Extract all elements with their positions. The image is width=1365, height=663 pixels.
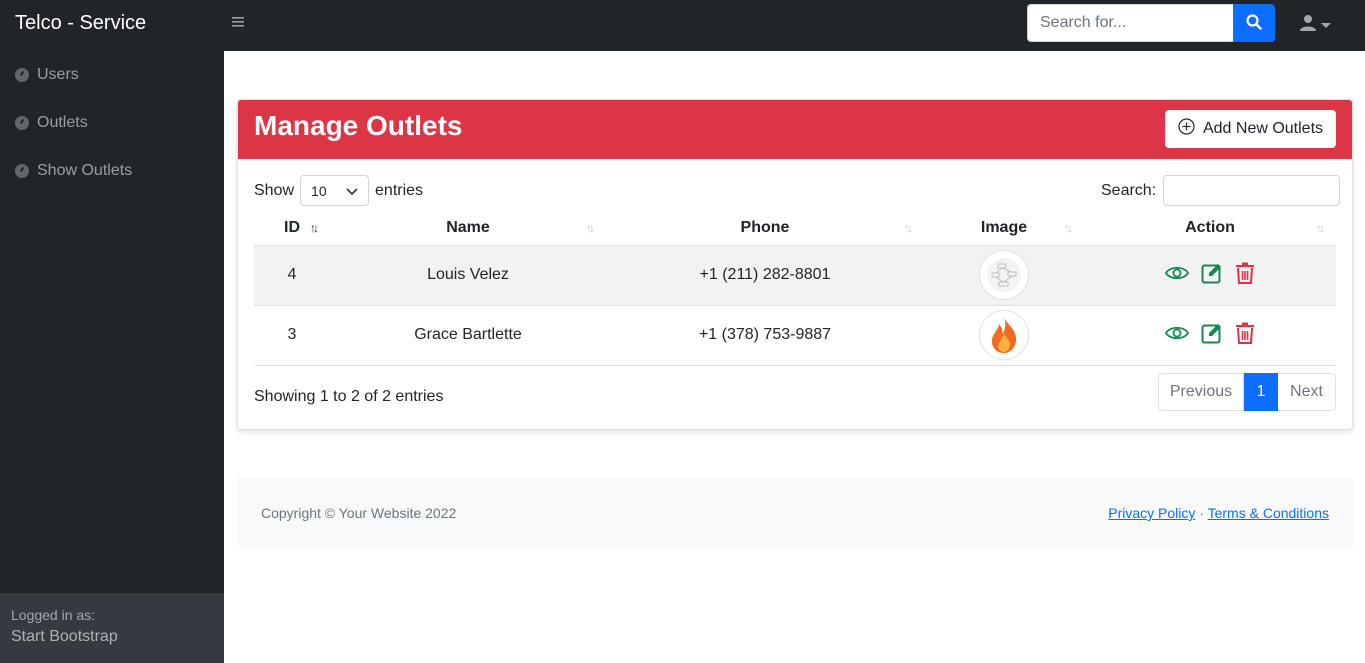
page-footer: Copyright © Your Website 2022 Privacy Po… [237, 478, 1353, 547]
sidebar-item-outlets[interactable]: Outlets [15, 111, 88, 135]
logged-in-user: Start Bootstrap [11, 628, 118, 645]
sort-icon: ↑↓ [1316, 221, 1325, 235]
column-header-action[interactable]: Action ↑↓ [1084, 211, 1336, 246]
table-filter: Search: [1101, 175, 1341, 206]
footer-links: Privacy Policy · Terms & Conditions [1108, 505, 1329, 521]
navbar-search-input[interactable] [1027, 4, 1233, 42]
cell-name: Louis Velez [330, 245, 606, 306]
sidebar: Users Outlets Show Outlets Logged in as:… [0, 51, 224, 663]
pagination-page-1[interactable]: 1 [1244, 373, 1278, 411]
sidebar-item-show-outlets[interactable]: Show Outlets [15, 159, 132, 183]
table-header-row: ID ↑↓ Name ↑↓ Phone ↑↓ Image ↑↓ Action ↑↓ [254, 211, 1336, 246]
sidebar-item-label: Outlets [37, 114, 88, 131]
table-row: 3 Grace Bartlette +1 (378) 753-9887 [254, 305, 1336, 366]
cell-phone: +1 (211) 282-8801 [606, 245, 924, 306]
copyright-text: Copyright © Your Website 2022 [261, 505, 457, 521]
cell-image [924, 245, 1084, 306]
column-label: Action [1185, 218, 1235, 236]
chevron-down-icon [346, 183, 358, 199]
sidebar-toggle-icon[interactable] [232, 14, 248, 32]
page-length-value: 10 [311, 182, 327, 199]
cell-image [924, 305, 1084, 366]
cell-name: Grace Bartlette [330, 305, 606, 366]
sidebar-item-users[interactable]: Users [15, 63, 79, 87]
outlets-card: Manage Outlets Add New Outlets Show 10 e… [237, 99, 1353, 430]
card-header: Manage Outlets Add New Outlets [238, 100, 1352, 159]
navbar-search-button[interactable] [1233, 4, 1275, 42]
brand-title[interactable]: Telco - Service [15, 12, 146, 35]
navbar-search [1027, 4, 1275, 42]
sidebar-item-label: Users [37, 66, 79, 83]
sort-icon: ↑↓ [1064, 221, 1073, 235]
cell-phone: +1 (378) 753-9887 [606, 305, 924, 366]
entries-label: entries [375, 181, 424, 199]
column-label: Phone [740, 218, 790, 236]
user-icon [1300, 14, 1316, 36]
pagination: Previous 1 Next [1158, 373, 1336, 411]
sidebar-item-label: Show Outlets [37, 162, 133, 179]
delete-trash-icon[interactable] [1235, 262, 1255, 289]
cell-id: 4 [254, 245, 330, 306]
outlet-thumbnail [979, 250, 1029, 300]
column-header-image[interactable]: Image ↑↓ [924, 211, 1084, 246]
chevron-down-icon [1321, 16, 1331, 34]
show-label: Show [254, 181, 295, 199]
privacy-policy-link[interactable]: Privacy Policy [1108, 505, 1195, 521]
column-label: Name [446, 218, 490, 236]
add-new-outlet-button[interactable]: Add New Outlets [1165, 110, 1336, 148]
user-dropdown[interactable] [1300, 14, 1331, 36]
cell-actions [1084, 305, 1336, 366]
page-length-select[interactable]: 10 [300, 175, 370, 206]
sidebar-footer: Logged in as: Start Bootstrap [0, 593, 224, 663]
column-header-name[interactable]: Name ↑↓ [330, 211, 606, 246]
cell-actions [1084, 245, 1336, 306]
terms-link[interactable]: Terms & Conditions [1208, 505, 1329, 521]
gauge-icon [15, 68, 29, 82]
link-separator: · [1199, 505, 1204, 521]
table-info: Showing 1 to 2 of 2 entries [254, 388, 444, 405]
page-title: Manage Outlets [254, 110, 463, 141]
search-label: Search: [1101, 181, 1157, 199]
column-header-id[interactable]: ID ↑↓ [254, 211, 330, 246]
sort-icon: ↑↓ [586, 221, 595, 235]
fire-thumbnail-icon [992, 317, 1017, 353]
plus-circle-icon [1178, 118, 1195, 140]
sort-icon: ↑↓ [904, 221, 913, 235]
outlet-thumbnail [979, 310, 1029, 360]
add-button-label: Add New Outlets [1202, 120, 1324, 137]
edit-pencil-icon[interactable] [1201, 322, 1223, 349]
delete-trash-icon[interactable] [1235, 322, 1255, 349]
edit-pencil-icon[interactable] [1201, 262, 1223, 289]
diagram-thumbnail-icon [987, 258, 1021, 292]
logged-in-caption: Logged in as: [11, 607, 96, 623]
table-search-input[interactable] [1163, 175, 1341, 206]
gauge-icon [15, 164, 29, 178]
column-label: ID [284, 218, 300, 236]
pagination-previous[interactable]: Previous [1158, 373, 1244, 411]
sort-icon: ↑↓ [310, 221, 319, 235]
cell-id: 3 [254, 305, 330, 366]
table-row: 4 Louis Velez +1 (211) 282-8801 [254, 245, 1336, 306]
outlets-table: ID ↑↓ Name ↑↓ Phone ↑↓ Image ↑↓ Action ↑↓ 4 L… [254, 211, 1336, 366]
gauge-icon [15, 116, 29, 130]
top-navbar: Telco - Service [0, 0, 1365, 51]
page-length-control: Show 10 entries [254, 175, 423, 206]
search-icon [1246, 13, 1262, 33]
pagination-next[interactable]: Next [1278, 373, 1336, 411]
column-header-phone[interactable]: Phone ↑↓ [606, 211, 924, 246]
view-eye-icon[interactable] [1164, 325, 1190, 346]
column-label: Image [980, 218, 1028, 236]
view-eye-icon[interactable] [1164, 265, 1190, 286]
